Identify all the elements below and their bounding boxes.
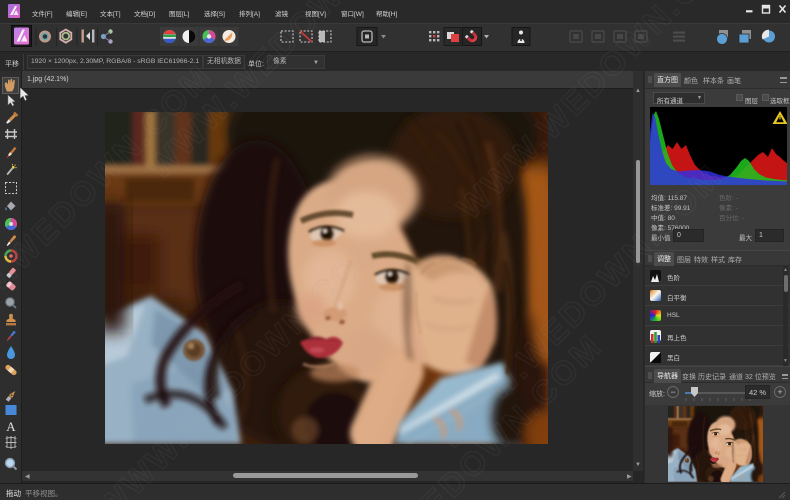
svg-text:A: A bbox=[6, 419, 16, 434]
